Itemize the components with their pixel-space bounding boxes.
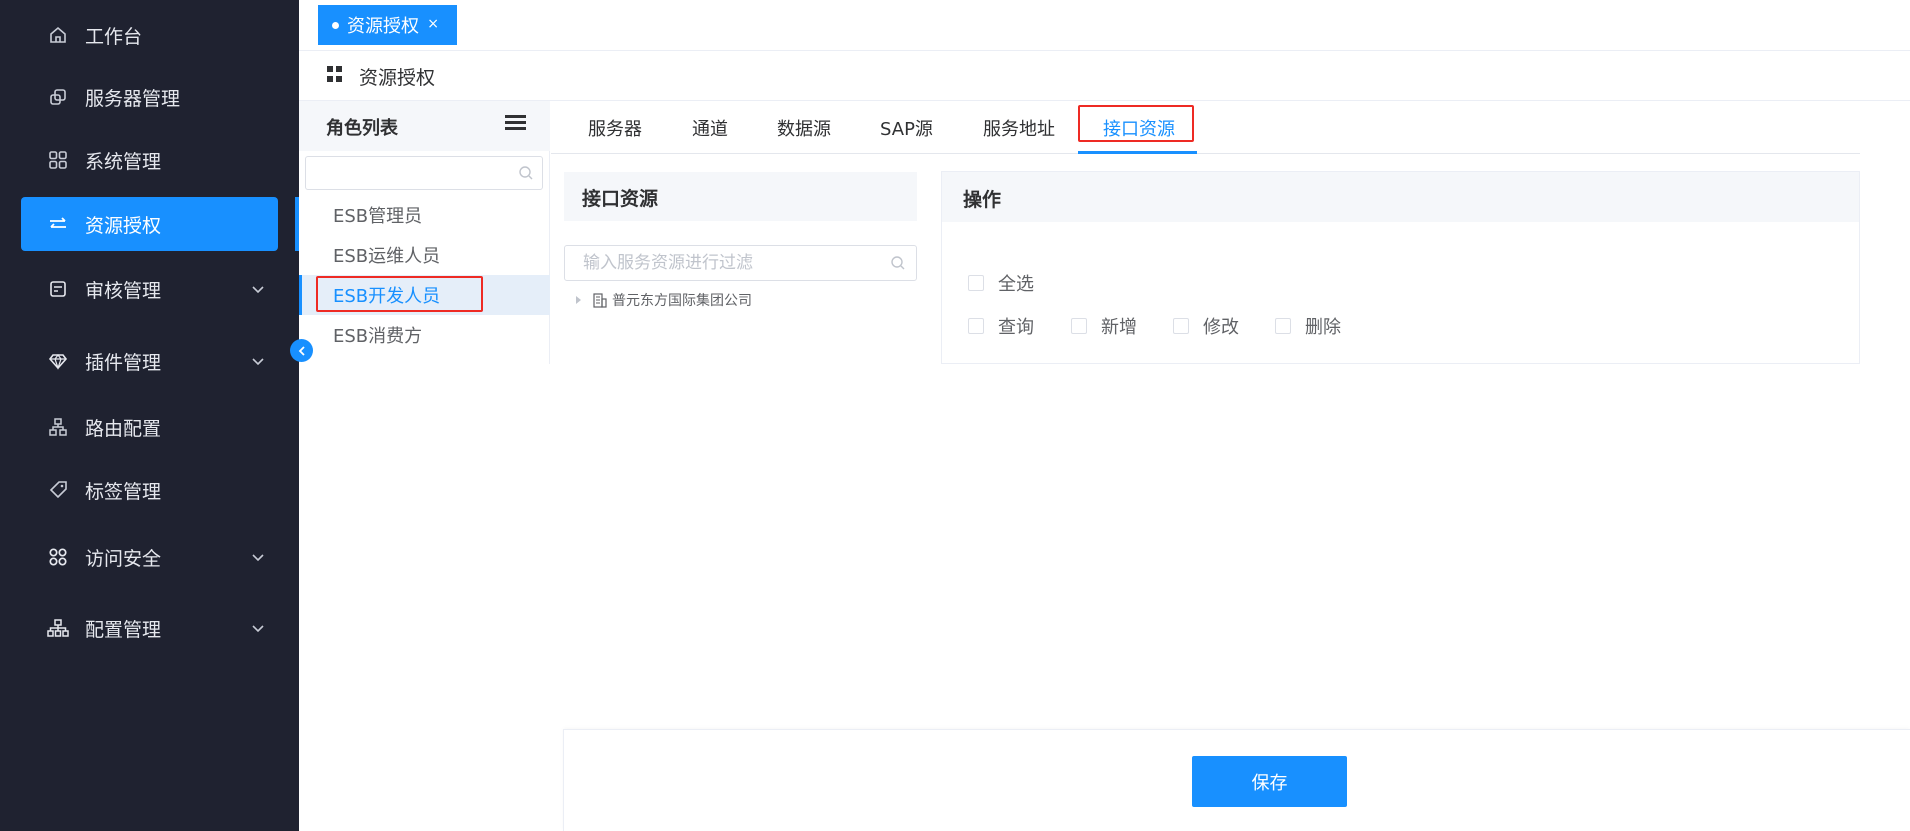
delete-checkbox[interactable]: 删除 [1275, 313, 1341, 339]
sidebar-item-access-security[interactable]: 访问安全 [21, 530, 278, 584]
tab-sap-source[interactable]: SAP源 [880, 115, 933, 141]
checkbox-box[interactable] [1071, 318, 1087, 334]
tab-service-address[interactable]: 服务地址 [983, 115, 1055, 141]
building-icon [593, 292, 607, 308]
sidebar-item-tag-management[interactable]: 标签管理 [21, 463, 278, 517]
tab-channel[interactable]: 通道 [692, 115, 728, 141]
config-icon [47, 617, 69, 639]
operations-panel: 操作 全选 查询 新增 修改 删除 [941, 171, 1860, 364]
interface-resource-title: 接口资源 [582, 188, 659, 210]
security-icon [47, 546, 69, 568]
tree-node-label: 普元东方国际集团公司 [612, 293, 752, 309]
page-header: 资源授权 [299, 51, 1910, 101]
role-item[interactable]: ESB管理员 [299, 195, 550, 235]
chevron-left-icon [298, 345, 305, 356]
close-icon[interactable]: × [427, 16, 439, 32]
role-search-input[interactable] [305, 156, 543, 190]
sidebar-item-resource-authorization[interactable]: 资源授权 [21, 197, 278, 251]
role-item[interactable]: ESB消费方 [299, 315, 550, 355]
sidebar-item-workbench[interactable]: 工作台 [21, 8, 278, 62]
checkbox-box[interactable] [1275, 318, 1291, 334]
tag-icon [47, 479, 69, 501]
save-button[interactable]: 保存 [1192, 756, 1347, 807]
sidebar-item-label: 配置管理 [85, 618, 162, 641]
modify-checkbox[interactable]: 修改 [1173, 313, 1239, 339]
home-icon [47, 24, 69, 46]
footer-bar: 保存 [563, 729, 1910, 831]
resource-filter-input[interactable] [583, 251, 883, 275]
tag-label: 资源授权 [347, 16, 419, 37]
add-checkbox[interactable]: 新增 [1071, 313, 1137, 339]
sidebar-item-plugin-management[interactable]: 插件管理 [21, 334, 278, 388]
tab-datasource[interactable]: 数据源 [777, 115, 831, 141]
operations-title: 操作 [963, 189, 1002, 211]
sidebar: 工作台 服务器管理 系统管理 资源授权 审核管理 插件管理 路由配置 标签管理 … [0, 0, 299, 831]
resource-tabs: 服务器 通道 数据源 SAP源 服务地址 接口资源 [551, 101, 1860, 154]
chevron-down-icon [252, 358, 264, 366]
server-icon [47, 86, 69, 108]
search-icon [891, 256, 905, 270]
role-item-selected[interactable]: ESB开发人员 [299, 275, 550, 315]
tab-server[interactable]: 服务器 [588, 115, 642, 141]
apps-icon [47, 149, 69, 171]
chevron-down-icon [252, 286, 264, 294]
audit-icon [47, 278, 69, 300]
query-checkbox[interactable]: 查询 [968, 313, 1034, 339]
checkbox-box[interactable] [968, 318, 984, 334]
active-dot-icon [332, 21, 339, 29]
search-icon [519, 166, 533, 180]
sidebar-item-label: 标签管理 [85, 480, 162, 503]
tree-node-root[interactable]: 普元东方国际集团公司 [576, 289, 752, 311]
sidebar-item-label: 路由配置 [85, 417, 162, 440]
route-icon [47, 416, 69, 438]
sidebar-item-label: 访问安全 [85, 547, 162, 570]
checkbox-label: 全选 [998, 274, 1034, 295]
sidebar-item-label: 审核管理 [85, 279, 162, 302]
resource-filter-field[interactable] [564, 245, 917, 281]
checkbox-label: 修改 [1203, 317, 1239, 338]
role-item[interactable]: ESB运维人员 [299, 235, 550, 275]
sidebar-item-server-management[interactable]: 服务器管理 [21, 70, 278, 124]
sidebar-item-label: 工作台 [85, 25, 143, 48]
operations-header: 操作 [942, 172, 1859, 222]
checkbox-label: 查询 [998, 317, 1034, 338]
interface-resource-header: 接口资源 [564, 172, 917, 221]
checkbox-box[interactable] [1173, 318, 1189, 334]
role-list-header: 角色列表 [299, 101, 550, 151]
sidebar-item-label: 资源授权 [85, 214, 162, 237]
sidebar-item-route-config[interactable]: 路由配置 [21, 400, 278, 454]
active-tab-underline [1078, 151, 1197, 154]
swap-icon [47, 213, 69, 235]
select-all-checkbox[interactable]: 全选 [968, 270, 1034, 296]
sidebar-item-label: 服务器管理 [85, 87, 181, 110]
grid-icon [327, 66, 343, 82]
menu-icon[interactable] [505, 115, 526, 133]
checkbox-label: 新增 [1101, 317, 1137, 338]
expand-arrow-icon[interactable] [576, 296, 581, 304]
sidebar-item-config-management[interactable]: 配置管理 [21, 601, 278, 655]
sidebar-item-system-management[interactable]: 系统管理 [21, 133, 278, 187]
role-list-panel: 角色列表 ESB管理员 ESB运维人员 ESB开发人员 ESB消费方 [299, 101, 550, 364]
role-list-title: 角色列表 [326, 118, 398, 139]
chevron-down-icon [252, 625, 264, 633]
tag-resource-authorization[interactable]: 资源授权 × [318, 5, 457, 45]
checkbox-label: 删除 [1305, 317, 1341, 338]
diamond-icon [47, 350, 69, 372]
tab-interface-resource[interactable]: 接口资源 [1103, 115, 1175, 141]
sidebar-collapse-button[interactable] [290, 339, 313, 362]
checkbox-box[interactable] [968, 275, 984, 291]
sidebar-item-audit-management[interactable]: 审核管理 [21, 262, 278, 316]
sidebar-item-label: 系统管理 [85, 150, 162, 173]
sidebar-item-label: 插件管理 [85, 351, 162, 374]
chevron-down-icon [252, 554, 264, 562]
tags-view-bar: 资源授权 × [299, 0, 1910, 51]
page-title: 资源授权 [359, 67, 436, 89]
